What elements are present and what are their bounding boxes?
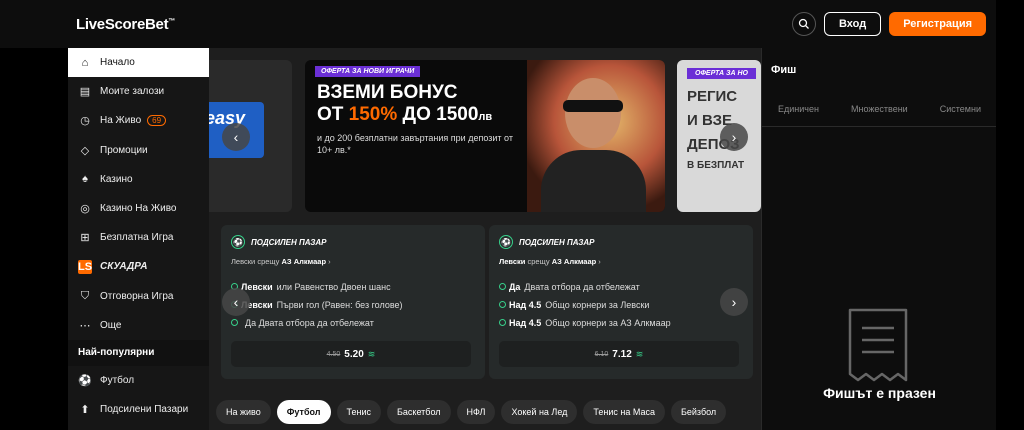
receipt-icon [848, 308, 908, 382]
market-selection: Левски или Равенство Двоен шанс [221, 278, 485, 296]
cart-icon: ⊞ [80, 232, 90, 245]
banner-text-line: В БЕЗПЛАТ [687, 160, 745, 171]
live-count-badge: 69 [147, 115, 167, 127]
cards-icon: ♠ [82, 173, 88, 186]
banner-prev-button[interactable]: ‹ [222, 123, 250, 151]
match-teams[interactable]: Левски срещу АЗ Алкмаар › [221, 249, 485, 266]
boosted-market-card[interactable]: ⚽ ПОДСИЛЕН ПАЗАР Левски срещу АЗ Алкмаар … [489, 225, 753, 379]
boost-arrow-icon: ≋ [635, 348, 644, 359]
football-icon: ⚽ [78, 374, 92, 387]
market-title: ПОДСИЛЕН ПАЗАР [519, 237, 595, 247]
market-selection: Да Двата отбора да отбележат [221, 314, 485, 332]
popular-section-title: Най-популярни [68, 339, 209, 366]
offer-tag: ОФЕРТА ЗА НО [687, 68, 756, 79]
shield-icon: ⛉ [80, 289, 90, 302]
livescorebet-logo[interactable]: LiveScoreBet™ [76, 16, 175, 33]
sport-pill-table-tennis[interactable]: Тенис на Маса [583, 400, 665, 424]
selection-dot-icon [499, 301, 506, 308]
sidebar-item-my-bets[interactable]: ▤ Моите залози [68, 77, 209, 106]
banner-welcome-bonus[interactable]: ОФЕРТА ЗА НОВИ ИГРАЧИ ВЗЕМИ БОНУС ОТ 150… [305, 60, 665, 212]
sport-pill-ice-hockey[interactable]: Хокей на Лед [501, 400, 578, 424]
tab-single[interactable]: Единичен [778, 104, 819, 114]
banner-text-line: РЕГИС [687, 88, 738, 105]
sidebar-item-responsible[interactable]: ⛉ Отговорна Игра [68, 282, 209, 311]
boosted-market-card[interactable]: ⚽ ПОДСИЛЕН ПАЗАР Левски срещу АЗ Алкмаар … [221, 225, 485, 379]
sports-filter: На живо Футбол Тенис Баскетбол НФЛ Хокей… [216, 400, 727, 424]
selection-dot-icon [231, 319, 238, 326]
page-edge [996, 0, 1024, 430]
sport-pill-football[interactable]: Футбол [276, 400, 331, 424]
tag-icon: ◇ [80, 144, 90, 157]
sidebar-item-live[interactable]: ◷ На Живо 69 [68, 106, 209, 135]
market-selection: Левски Първи гол (Равен: без голове) [221, 296, 485, 314]
banner-subtext: и до 200 безплатни завъртания при депози… [317, 133, 513, 155]
sidebar-item-casino[interactable]: ♠ Казино [68, 165, 209, 194]
markets-prev-button[interactable]: ‹ [222, 288, 250, 316]
sport-pill-basketball[interactable]: Баскетбол [387, 400, 451, 424]
football-icon: ⚽ [499, 235, 513, 249]
roulette-icon: ◎ [80, 203, 90, 216]
tab-system[interactable]: Системни [940, 104, 981, 114]
market-selection: Над 4.5 Общо корнери за Левски [489, 296, 753, 314]
register-button[interactable]: Регистрация [889, 12, 986, 36]
sidebar-item-live-casino[interactable]: ◎ Казино На Живо [68, 194, 209, 223]
bet-slip-title: Фиш [771, 64, 797, 76]
selection-dot-icon [499, 283, 506, 290]
boost-icon: ⬆ [80, 404, 90, 417]
match-teams[interactable]: Левски срещу АЗ Алкмаар › [489, 249, 753, 266]
banner-next-button[interactable]: › [720, 123, 748, 151]
promo-person-face [565, 78, 621, 148]
boost-arrow-icon: ≋ [367, 348, 376, 359]
bet-slip-tabs: Единичен Множествени Системни [762, 92, 997, 127]
home-icon: ⌂ [81, 56, 89, 69]
sidebar-item-football[interactable]: ⚽ Футбол [68, 366, 209, 395]
selection-dot-icon [499, 319, 506, 326]
chevron-right-icon: › [731, 294, 737, 310]
banner-headline: ВЗЕМИ БОНУС [317, 82, 458, 103]
market-title: ПОДСИЛЕН ПАЗАР [251, 237, 327, 247]
search-button[interactable] [791, 12, 816, 36]
sport-pill-tennis[interactable]: Тенис [336, 400, 382, 424]
search-icon [798, 18, 809, 29]
promo-person-suit [541, 150, 646, 212]
stopwatch-icon: ◷ [80, 115, 90, 128]
bet-slip-empty-message: Фишът е празен [823, 385, 936, 401]
football-icon: ⚽ [231, 235, 245, 249]
sport-pill-nfl[interactable]: НФЛ [456, 400, 496, 424]
chevron-right-icon: › [731, 129, 737, 145]
more-icon: ⋯ [79, 319, 91, 332]
sidebar-item-promotions[interactable]: ◇ Промоции [68, 136, 209, 165]
banner-bonus-line: ОТ 150% ДО 1500лв [317, 104, 493, 125]
market-selection: Над 4.5 Общо корнери за АЗ Алкмаар [489, 314, 753, 332]
sidebar-item-squadra[interactable]: LS СКУАДРА [68, 252, 209, 281]
bet-slip: Фиш Единичен Множествени Системни Фишът … [761, 48, 997, 430]
main-content: easy ОФЕРТА ЗА НОВИ ИГРАЧИ ВЗЕМИ БОНУС О… [209, 48, 761, 430]
sidebar-item-boosted[interactable]: ⬆ Подсилени Пазари [68, 395, 209, 424]
market-selection: Да Двата отбора да отбележат [489, 278, 753, 296]
odds-button[interactable]: 6.10 7.12 ≋ [499, 341, 739, 367]
markets-next-button[interactable]: › [720, 288, 748, 316]
promo-person-glasses [563, 100, 623, 112]
login-button[interactable]: Вход [823, 12, 882, 36]
top-header: LiveScoreBet™ Вход Регистрация [0, 0, 1024, 48]
ticket-icon: ▤ [79, 86, 91, 99]
odds-button[interactable]: 4.50 5.20 ≋ [231, 341, 471, 367]
tab-multiple[interactable]: Множествени [851, 104, 908, 114]
sidebar-item-home[interactable]: ⌂ Начало [68, 48, 209, 78]
banner-register[interactable]: ОФЕРТА ЗА НО РЕГИС И ВЗЕ ДЕПОЗ В БЕЗПЛАТ [677, 60, 761, 212]
sidebar: ⌂ Начало ▤ Моите залози ◷ На Живо 69 ◇ Промоц… [68, 48, 209, 430]
sport-pill-baseball[interactable]: Бейзбол [670, 400, 727, 424]
sport-pill-live[interactable]: На живо [216, 400, 271, 424]
chevron-left-icon: ‹ [233, 129, 239, 145]
new-players-tag: ОФЕРТА ЗА НОВИ ИГРАЧИ [315, 66, 421, 77]
sidebar-item-more[interactable]: ⋯ Още [68, 311, 209, 340]
ls-icon: LS [77, 259, 93, 274]
chevron-left-icon: ‹ [233, 294, 239, 310]
sidebar-item-free-game[interactable]: ⊞ Безплатна Игра [68, 223, 209, 252]
